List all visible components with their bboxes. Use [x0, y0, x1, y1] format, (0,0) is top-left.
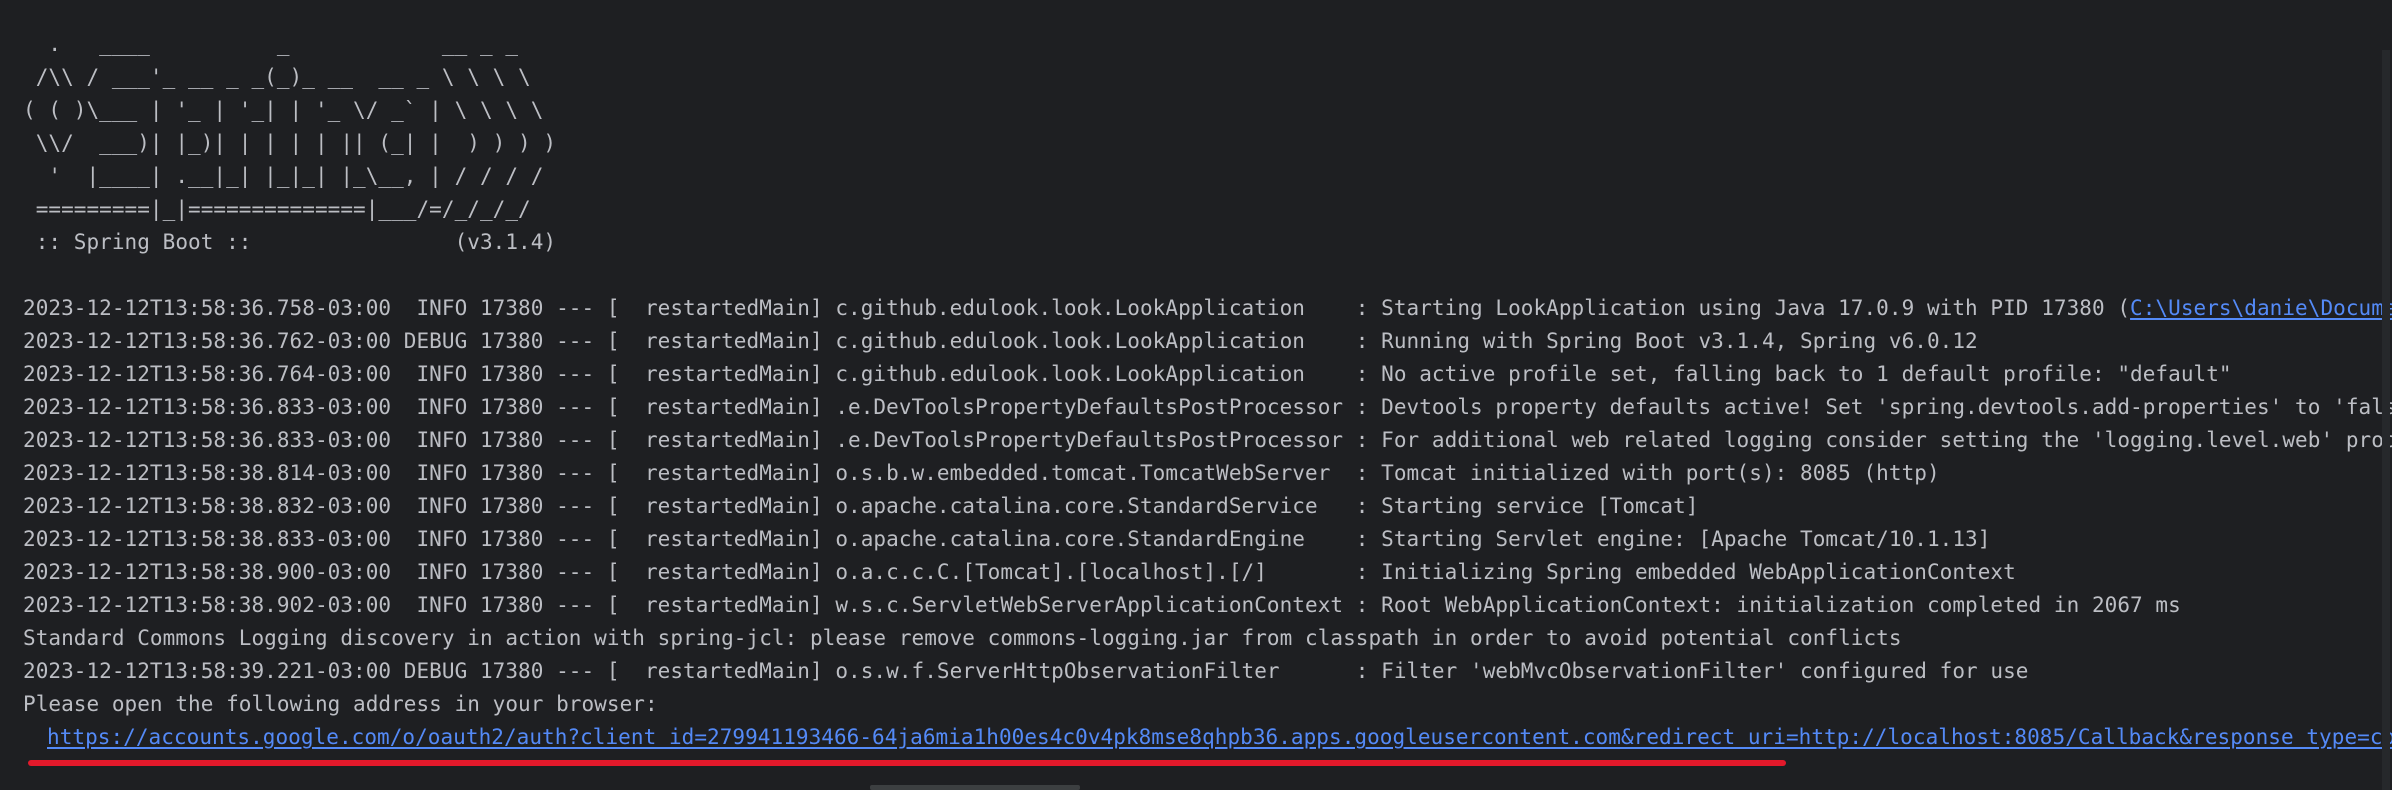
log-line: 2023-12-12T13:58:38.833-03:00 INFO 17380…: [23, 527, 1991, 551]
banner-line: =========|_|==============|___/=/_/_/_/: [23, 197, 531, 221]
log-line: 2023-12-12T13:58:36.833-03:00 INFO 17380…: [23, 395, 2392, 419]
project-path-link[interactable]: C:\Users\danie\Documents\Workspace: [2130, 296, 2392, 320]
log-line: Please open the following address in you…: [23, 692, 658, 716]
log-line: 2023-12-12T13:58:36.764-03:00 INFO 17380…: [23, 362, 2232, 386]
log-line: 2023-12-12T13:58:38.832-03:00 INFO 17380…: [23, 494, 1699, 518]
highlight-underline: [28, 760, 1786, 766]
log-line: 2023-12-12T13:58:39.221-03:00 DEBUG 1738…: [23, 659, 2029, 683]
log-line: 2023-12-12T13:58:36.833-03:00 INFO 17380…: [23, 428, 2392, 452]
log-line: 2023-12-12T13:58:38.900-03:00 INFO 17380…: [23, 560, 2016, 584]
oauth-url-line: https://accounts.google.com/o/oauth2/aut…: [47, 721, 2392, 754]
log-line: Standard Commons Logging discovery in ac…: [23, 626, 1902, 650]
banner-version-line: :: Spring Boot :: (v3.1.4): [23, 230, 557, 254]
banner-line: . ____ _ __ _ _: [23, 32, 519, 56]
log-line: 2023-12-12T13:58:38.902-03:00 INFO 17380…: [23, 593, 2181, 617]
horizontal-scrollbar-thumb[interactable]: [870, 785, 1080, 790]
log-line: 2023-12-12T13:58:36.762-03:00 DEBUG 1738…: [23, 329, 1978, 353]
banner-line: /\\ / ___'_ __ _ _(_)_ __ __ _ \ \ \ \: [23, 65, 531, 89]
log-line: 2023-12-12T13:58:38.814-03:00 INFO 17380…: [23, 461, 1940, 485]
run-console-output[interactable]: . ____ _ __ _ _ /\\ / ___'_ __ _ _(_)_ _…: [0, 0, 2392, 790]
vertical-scrollbar[interactable]: [2382, 50, 2390, 790]
banner-line: ( ( )\___ | '_ | '_| | '_ \/ _` | \ \ \ …: [23, 98, 544, 122]
log-line: 2023-12-12T13:58:36.758-03:00 INFO 17380…: [23, 292, 2392, 325]
banner-line: ' |____| .__|_| |_|_| |_\__, | / / / /: [23, 164, 544, 188]
banner-line: \\/ ___)| |_)| | | | | || (_| | ) ) ) ): [23, 131, 557, 155]
log-line-text: 2023-12-12T13:58:36.758-03:00 INFO 17380…: [23, 296, 2131, 320]
oauth-authorization-link[interactable]: https://accounts.google.com/o/oauth2/aut…: [47, 725, 2392, 749]
